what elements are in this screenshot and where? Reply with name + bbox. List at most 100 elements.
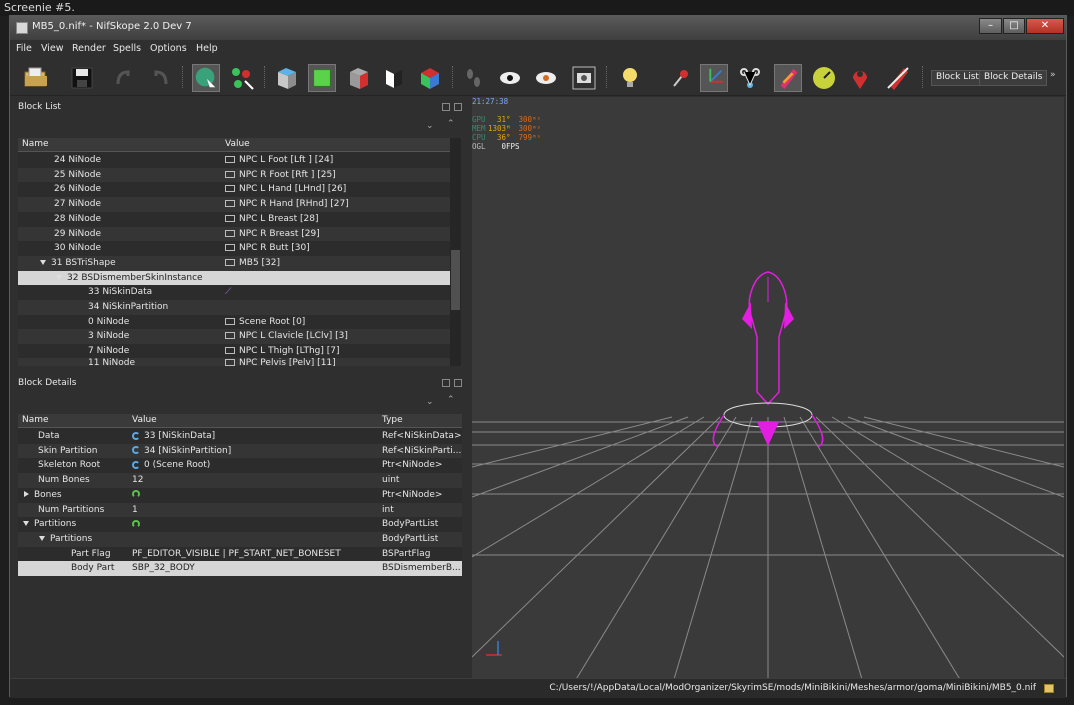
redo-icon[interactable] <box>146 64 174 92</box>
expand-icon[interactable]: ⌃ <box>447 119 455 129</box>
undo-icon[interactable] <box>110 64 138 92</box>
tree-row-selected[interactable]: 32 BSDismemberSkinInstance <box>18 270 450 286</box>
float-panel-icon[interactable] <box>442 379 450 387</box>
cube-red-icon[interactable] <box>344 64 372 92</box>
link-icon <box>132 460 140 469</box>
cube-green-icon[interactable] <box>308 64 336 92</box>
toolbar-overflow-icon[interactable]: » <box>1050 70 1056 80</box>
expand-arrow-icon[interactable] <box>39 535 45 541</box>
node-icon <box>225 200 235 208</box>
axis-gizmo <box>486 641 502 656</box>
float-panel-icon[interactable] <box>442 103 450 111</box>
detail-row[interactable]: Skeleton Root 0 (Scene Root) Ptr<NiNode> <box>18 458 462 473</box>
column-value-header[interactable]: Value <box>132 415 157 425</box>
collapse-icon[interactable]: ⌄ <box>426 397 434 407</box>
pin-icon[interactable] <box>666 64 694 92</box>
menu-help[interactable]: Help <box>196 43 218 54</box>
expand-arrow-icon[interactable] <box>24 491 29 498</box>
expand-arrow-icon[interactable] <box>23 521 29 527</box>
block-details-header: Name Value Type <box>18 414 462 428</box>
detail-row[interactable]: Partitions BodyPartList <box>18 517 462 532</box>
hide-eye-icon[interactable] <box>532 64 560 92</box>
minimize-button[interactable]: – <box>979 18 1002 34</box>
menu-view[interactable]: View <box>41 43 64 54</box>
node-icon <box>225 170 235 178</box>
collapse-icon[interactable]: ⌄ <box>426 121 434 131</box>
menu-file[interactable]: File <box>16 43 32 54</box>
menu-render[interactable]: Render <box>72 43 106 54</box>
open-folder-icon[interactable] <box>22 64 50 92</box>
link-icon <box>132 446 140 455</box>
tree-row[interactable]: 31 BSTriShape MB5 [32] <box>18 255 450 271</box>
tree-row[interactable]: 34 NiSkinPartition <box>18 300 450 315</box>
folder-icon[interactable] <box>1044 684 1054 693</box>
tree-row[interactable]: 26 NiNode NPC L Hand [LHnd] [26] <box>18 182 450 197</box>
detail-row-selected[interactable]: Body Part SBP_32_BODY BSDismemberB... <box>18 561 462 576</box>
link-icon <box>132 431 140 440</box>
tree-row[interactable]: 28 NiNode NPC L Breast [28] <box>18 212 450 227</box>
tree-row[interactable]: 27 NiNode NPC R Hand [RHnd] [27] <box>18 197 450 212</box>
wireframe-icon[interactable] <box>380 64 408 92</box>
render-viewport[interactable]: 21:27:38 GPU 31° 300ᵐˢ MEM 1303ᴹ 300ᵐˢ CPU 36… <box>472 97 1064 686</box>
close-panel-icon[interactable] <box>454 379 462 387</box>
detail-row[interactable]: Skin Partition 34 [NiSkinPartition] Ref<Ni… <box>18 443 462 459</box>
ground-grid <box>472 416 1064 686</box>
detail-row[interactable]: Num Partitions 1 int <box>18 502 462 518</box>
skeleton-icon[interactable] <box>736 64 764 92</box>
tree-row[interactable]: 11 NiNode NPC Pelvis [Pelv] [11] <box>18 358 450 366</box>
axes-icon[interactable] <box>700 64 728 92</box>
gauge-icon[interactable] <box>810 64 838 92</box>
collision-icon[interactable] <box>774 64 802 92</box>
scrollbar-thumb[interactable] <box>451 250 460 310</box>
column-type-header[interactable]: Type <box>382 415 403 425</box>
block-list-tree: Name Value 24 NiNode NPC L Foot [Lft ] [2… <box>18 138 450 366</box>
tree-row[interactable]: 7 NiNode NPC L Thigh [LThg] [7] <box>18 344 450 359</box>
block-details-title: Block Details <box>18 378 77 388</box>
detail-row[interactable]: Partitions BodyPartList <box>18 531 462 547</box>
node-icon <box>225 229 235 237</box>
block-list-toggle-button[interactable]: Block List <box>931 70 984 86</box>
tree-row[interactable]: 30 NiNode NPC R Butt [30] <box>18 241 450 256</box>
column-name-header[interactable]: Name <box>22 415 49 425</box>
menu-options[interactable]: Options <box>150 43 187 54</box>
column-value-header[interactable]: Value <box>225 139 250 149</box>
column-name-header[interactable]: Name <box>22 139 49 149</box>
tree-row[interactable]: 29 NiNode NPC R Breast [29] <box>18 226 450 242</box>
toolbar-separator <box>452 66 454 88</box>
block-list-scrollbar[interactable] <box>450 138 461 366</box>
footprints-icon[interactable] <box>460 64 488 92</box>
menu-spells[interactable]: Spells <box>113 43 141 54</box>
select-vertex-icon[interactable] <box>228 64 256 92</box>
detail-row[interactable]: Data 33 [NiSkinData] Ref<NiSkinData> <box>18 429 462 444</box>
tree-row[interactable]: 3 NiNode NPC L Clavicle [LClv] [3] <box>18 329 450 345</box>
close-button[interactable]: ✕ <box>1026 18 1064 34</box>
lighting-bulb-icon[interactable] <box>616 64 644 92</box>
detail-row[interactable]: Num Bones 12 uint <box>18 473 462 488</box>
node-icon <box>225 347 235 355</box>
expand-icon[interactable]: ⌃ <box>447 395 455 405</box>
no-collision-icon[interactable] <box>884 64 912 92</box>
show-eye-icon[interactable] <box>496 64 524 92</box>
expand-arrow-icon[interactable] <box>40 259 46 265</box>
maximize-button[interactable]: □ <box>1003 18 1025 34</box>
rgb-cube-icon[interactable] <box>416 64 444 92</box>
close-panel-icon[interactable] <box>454 103 462 111</box>
save-icon[interactable] <box>68 64 96 92</box>
detail-row[interactable]: Part Flag PF_EDITOR_VISIBLE | PF_START_NE… <box>18 547 462 562</box>
block-list-header: Name Value <box>18 138 450 152</box>
tree-row[interactable]: 24 NiNode NPC L Foot [Lft ] [24] <box>18 153 450 168</box>
node-icon <box>225 359 235 366</box>
block-details-toggle-button[interactable]: Block Details <box>979 70 1048 86</box>
array-refresh-icon[interactable] <box>132 490 140 499</box>
tree-row[interactable]: 0 NiNode Scene Root [0] <box>18 315 450 330</box>
array-refresh-icon[interactable] <box>132 519 140 528</box>
expand-arrow-icon[interactable] <box>56 274 62 280</box>
cube-blue-icon[interactable] <box>272 64 300 92</box>
tree-row[interactable]: 25 NiNode NPC R Foot [Rft ] [25] <box>18 167 450 183</box>
tree-row[interactable]: 33 NiSkinData ⟋ <box>18 285 450 300</box>
screenshot-icon[interactable] <box>570 64 598 92</box>
toolbar-separator <box>182 66 184 88</box>
detail-row[interactable]: Bones Ptr<NiNode> <box>18 488 462 503</box>
map-marker-icon[interactable] <box>846 64 874 92</box>
select-object-icon[interactable] <box>192 64 220 92</box>
